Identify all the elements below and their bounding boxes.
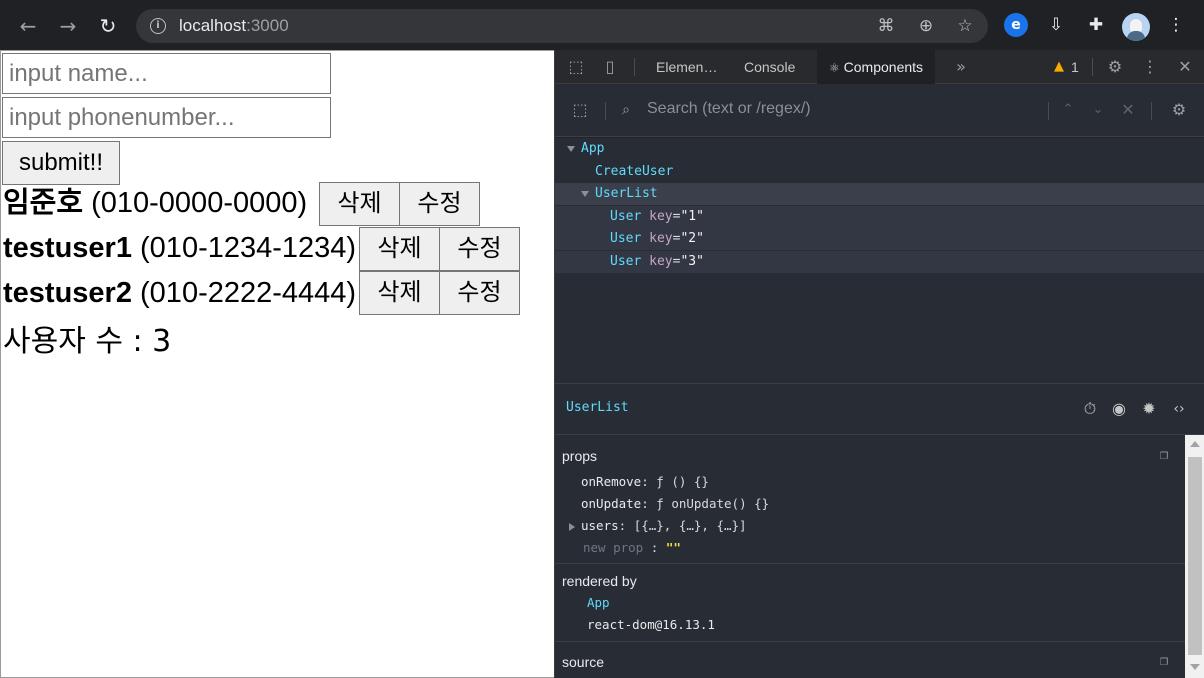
search-icon: ⌕ bbox=[622, 102, 630, 118]
component-tree: App CreateUser UserList User key="1" Use… bbox=[555, 138, 1204, 383]
copy-props-icon[interactable]: ❐ bbox=[1153, 444, 1175, 466]
next-result-icon[interactable]: ⌄ bbox=[1087, 99, 1109, 121]
prop-onremove[interactable]: onRemove: ƒ () {} bbox=[581, 474, 709, 489]
prop-users[interactable]: users: [{…}, {…}, {…}] bbox=[569, 518, 747, 533]
select-element-icon[interactable]: ⬚ bbox=[569, 99, 591, 121]
edit-button[interactable]: 수정 bbox=[399, 182, 480, 226]
tab-components[interactable]: ⚛ Components bbox=[817, 50, 936, 84]
rendered-by-react-dom: react-dom@16.13.1 bbox=[587, 617, 715, 632]
close-icon[interactable]: ✕ bbox=[1174, 56, 1196, 78]
prop-onupdate[interactable]: onUpdate: ƒ onUpdate() {} bbox=[581, 496, 769, 511]
user-item: testuser1 (010-1234-1234) bbox=[3, 232, 357, 264]
selected-component-name: UserList bbox=[566, 400, 629, 415]
browser-toolbar: ← → ↻ i localhost:3000 ⌘ ⊕ ☆ e ⇩ ✚ ⋮ bbox=[0, 0, 1204, 50]
collapse-caret-icon[interactable] bbox=[567, 145, 575, 152]
tab-elements[interactable]: Elemen… bbox=[656, 50, 717, 84]
search-input[interactable]: Search (text or /regex/) bbox=[647, 100, 811, 118]
selected-component-header: UserList ⏱ ◉ ✹ ‹› bbox=[555, 383, 1204, 435]
user-item: testuser2 (010-2222-4444) bbox=[3, 277, 357, 309]
warning-icon[interactable]: ▲ bbox=[1048, 56, 1070, 78]
rendered-by-title: rendered by bbox=[562, 573, 637, 589]
edit-button[interactable]: 수정 bbox=[439, 227, 520, 271]
prev-result-icon[interactable]: ⌃ bbox=[1057, 99, 1079, 121]
more-tabs-icon[interactable]: » bbox=[950, 56, 972, 78]
new-prop-row[interactable]: new prop : "" bbox=[583, 540, 681, 555]
warning-count[interactable]: 1 bbox=[1071, 50, 1079, 84]
tree-node-userlist[interactable]: UserList bbox=[555, 183, 1204, 205]
source-title: source bbox=[562, 654, 605, 670]
log-bug-icon[interactable]: ✹ bbox=[1138, 398, 1160, 420]
inspect-element-icon[interactable]: ⬚ bbox=[565, 56, 587, 78]
component-settings-icon[interactable]: ⚙ bbox=[1168, 99, 1190, 121]
tree-node-user[interactable]: User key="2" bbox=[555, 228, 1204, 250]
extension-download-icon[interactable]: ⇩ bbox=[1044, 13, 1068, 37]
tree-node-user[interactable]: User key="1" bbox=[555, 206, 1204, 228]
props-panel: props ❐ onRemove: ƒ () {} onUpdate: ƒ on… bbox=[555, 435, 1185, 678]
name-input[interactable] bbox=[2, 53, 331, 94]
tree-node-user[interactable]: User key="3" bbox=[555, 251, 1204, 273]
clear-search-icon[interactable]: ✕ bbox=[1117, 99, 1139, 121]
settings-gear-icon[interactable]: ⚙ bbox=[1104, 56, 1126, 78]
menu-kebab-icon[interactable]: ⋮ bbox=[1164, 13, 1188, 37]
zoom-icon[interactable]: ⊕ bbox=[916, 16, 936, 36]
back-icon[interactable]: ← bbox=[14, 12, 42, 40]
rendered-by-app[interactable]: App bbox=[587, 595, 610, 610]
delete-button[interactable]: 삭제 bbox=[359, 227, 440, 271]
extensions-puzzle-icon[interactable]: ✚ bbox=[1084, 13, 1108, 37]
user-item: 임준호 (010-0000-0000) bbox=[3, 187, 308, 219]
scrollbar-thumb[interactable] bbox=[1188, 457, 1202, 655]
bookmark-star-icon[interactable]: ☆ bbox=[955, 16, 975, 36]
inspect-eye-icon[interactable]: ◉ bbox=[1108, 398, 1130, 420]
copy-source-icon[interactable]: ❐ bbox=[1153, 650, 1175, 672]
reload-icon[interactable]: ↻ bbox=[94, 12, 122, 40]
view-source-icon[interactable]: ‹› bbox=[1168, 398, 1190, 420]
tree-node-app[interactable]: App bbox=[555, 138, 1204, 160]
address-bar[interactable]: i localhost:3000 ⌘ ⊕ ☆ bbox=[136, 9, 988, 43]
translate-icon[interactable]: ⌘ bbox=[876, 16, 896, 36]
extension-e-icon[interactable]: e bbox=[1004, 13, 1028, 37]
delete-button[interactable]: 삭제 bbox=[359, 271, 440, 315]
tab-console[interactable]: Console bbox=[744, 50, 795, 84]
profile-avatar[interactable] bbox=[1122, 13, 1150, 41]
devtools-menu-icon[interactable]: ⋮ bbox=[1139, 56, 1161, 78]
edit-button[interactable]: 수정 bbox=[439, 271, 520, 315]
devtools-panel: ⬚ ▯ Elemen… Console ⚛ Components » ▲ 1 ⚙… bbox=[554, 50, 1204, 678]
submit-button[interactable]: submit!! bbox=[2, 141, 120, 185]
device-toggle-icon[interactable]: ▯ bbox=[599, 56, 621, 78]
site-info-icon[interactable]: i bbox=[150, 18, 166, 34]
suspend-timer-icon[interactable]: ⏱ bbox=[1079, 398, 1101, 420]
collapse-caret-icon[interactable] bbox=[581, 190, 589, 197]
devtools-tabbar: ⬚ ▯ Elemen… Console ⚛ Components » ▲ 1 ⚙… bbox=[555, 50, 1204, 84]
delete-button[interactable]: 삭제 bbox=[319, 182, 400, 226]
user-count: 사용자 수 : 3 bbox=[3, 324, 172, 359]
app-viewport: submit!! 임준호 (010-0000-0000) 삭제 수정 testu… bbox=[0, 50, 554, 678]
props-title: props bbox=[562, 448, 598, 464]
component-search-bar: ⬚ ⌕ Search (text or /regex/) ⌃ ⌄ ✕ ⚙ bbox=[555, 84, 1204, 137]
tree-node-createuser[interactable]: CreateUser bbox=[555, 161, 1204, 183]
phone-input[interactable] bbox=[2, 97, 331, 138]
url-text: localhost:3000 bbox=[179, 16, 289, 35]
props-scrollbar[interactable] bbox=[1185, 435, 1204, 678]
forward-icon[interactable]: → bbox=[54, 12, 82, 40]
react-icon: ⚛ bbox=[829, 61, 840, 75]
expand-caret-icon[interactable] bbox=[569, 522, 575, 531]
